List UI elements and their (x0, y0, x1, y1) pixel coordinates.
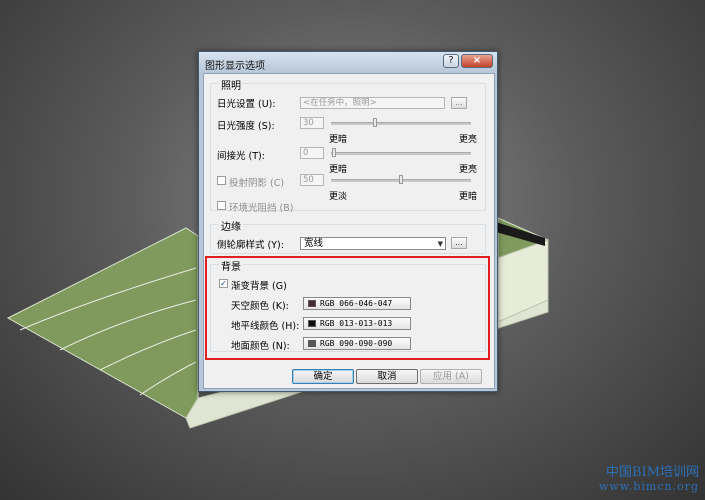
lighting-group-title: 照明 (219, 77, 243, 92)
silhouette-browse-button[interactable]: ... (451, 237, 467, 249)
shadow-intensity-min-label: 更淡 (329, 192, 348, 202)
indirect-light-max-label: 更亮 (459, 165, 478, 175)
sun-intensity-min-label: 更暗 (329, 135, 348, 145)
indirect-light-track (331, 152, 471, 155)
cast-shadows-label: 投射阴影 (C) (229, 178, 285, 189)
watermark-title: 中国BIM培训网 (606, 465, 699, 480)
shadow-intensity-max-label: 更暗 (459, 192, 478, 202)
silhouette-style-select[interactable]: 宽线 ▼ (300, 237, 446, 250)
indirect-light-label: 间接光 (T): (217, 151, 265, 162)
sunlight-settings-field: <在任务中，照明> (300, 97, 445, 109)
edges-group: 边缘 侧轮廓样式 (Y): 宽线 ▼ ... (210, 218, 486, 254)
lighting-group: 照明 日光设置 (U): <在任务中，照明> ... 日光强度 (S): 30 … (210, 77, 486, 214)
sunlight-browse-button: ... (451, 97, 467, 109)
ok-button[interactable]: 确定 (292, 369, 354, 384)
sun-intensity-max-label: 更亮 (459, 135, 478, 145)
sunlight-settings-label: 日光设置 (U): (217, 99, 276, 110)
silhouette-style-label: 侧轮廓样式 (Y): (217, 240, 284, 251)
close-button[interactable]: × (461, 54, 493, 68)
sun-intensity-track (331, 122, 471, 125)
watermark: 中国BIM培训网 www.bimcn.org (599, 466, 699, 494)
highlight-box (205, 256, 490, 360)
sun-intensity-slider (373, 118, 377, 127)
ambient-occlusion-label: 环境光阻挡 (B) (229, 203, 294, 214)
indirect-light-slider (332, 148, 336, 157)
shadow-intensity-field: 50 (300, 174, 324, 186)
silhouette-style-value: 宽线 (304, 238, 324, 249)
help-button[interactable]: ? (443, 54, 459, 68)
cancel-button[interactable]: 取消 (356, 369, 418, 384)
sun-intensity-field: 30 (300, 117, 324, 129)
dialog-titlebar[interactable]: 图形显示选项 ? × (199, 52, 497, 72)
sun-intensity-label: 日光强度 (S): (217, 121, 275, 132)
edges-group-title: 边缘 (219, 218, 243, 233)
cast-shadows-checkbox (217, 176, 226, 185)
shadow-intensity-slider (399, 175, 403, 184)
dialog-title: 图形显示选项 (205, 61, 265, 72)
watermark-url: www.bimcn.org (598, 480, 699, 493)
ambient-occlusion-checkbox (217, 201, 226, 210)
chevron-down-icon: ▼ (437, 240, 443, 248)
apply-button[interactable]: 应用 (A) (420, 369, 482, 384)
indirect-light-field: 0 (300, 147, 324, 159)
indirect-light-min-label: 更暗 (329, 165, 348, 175)
